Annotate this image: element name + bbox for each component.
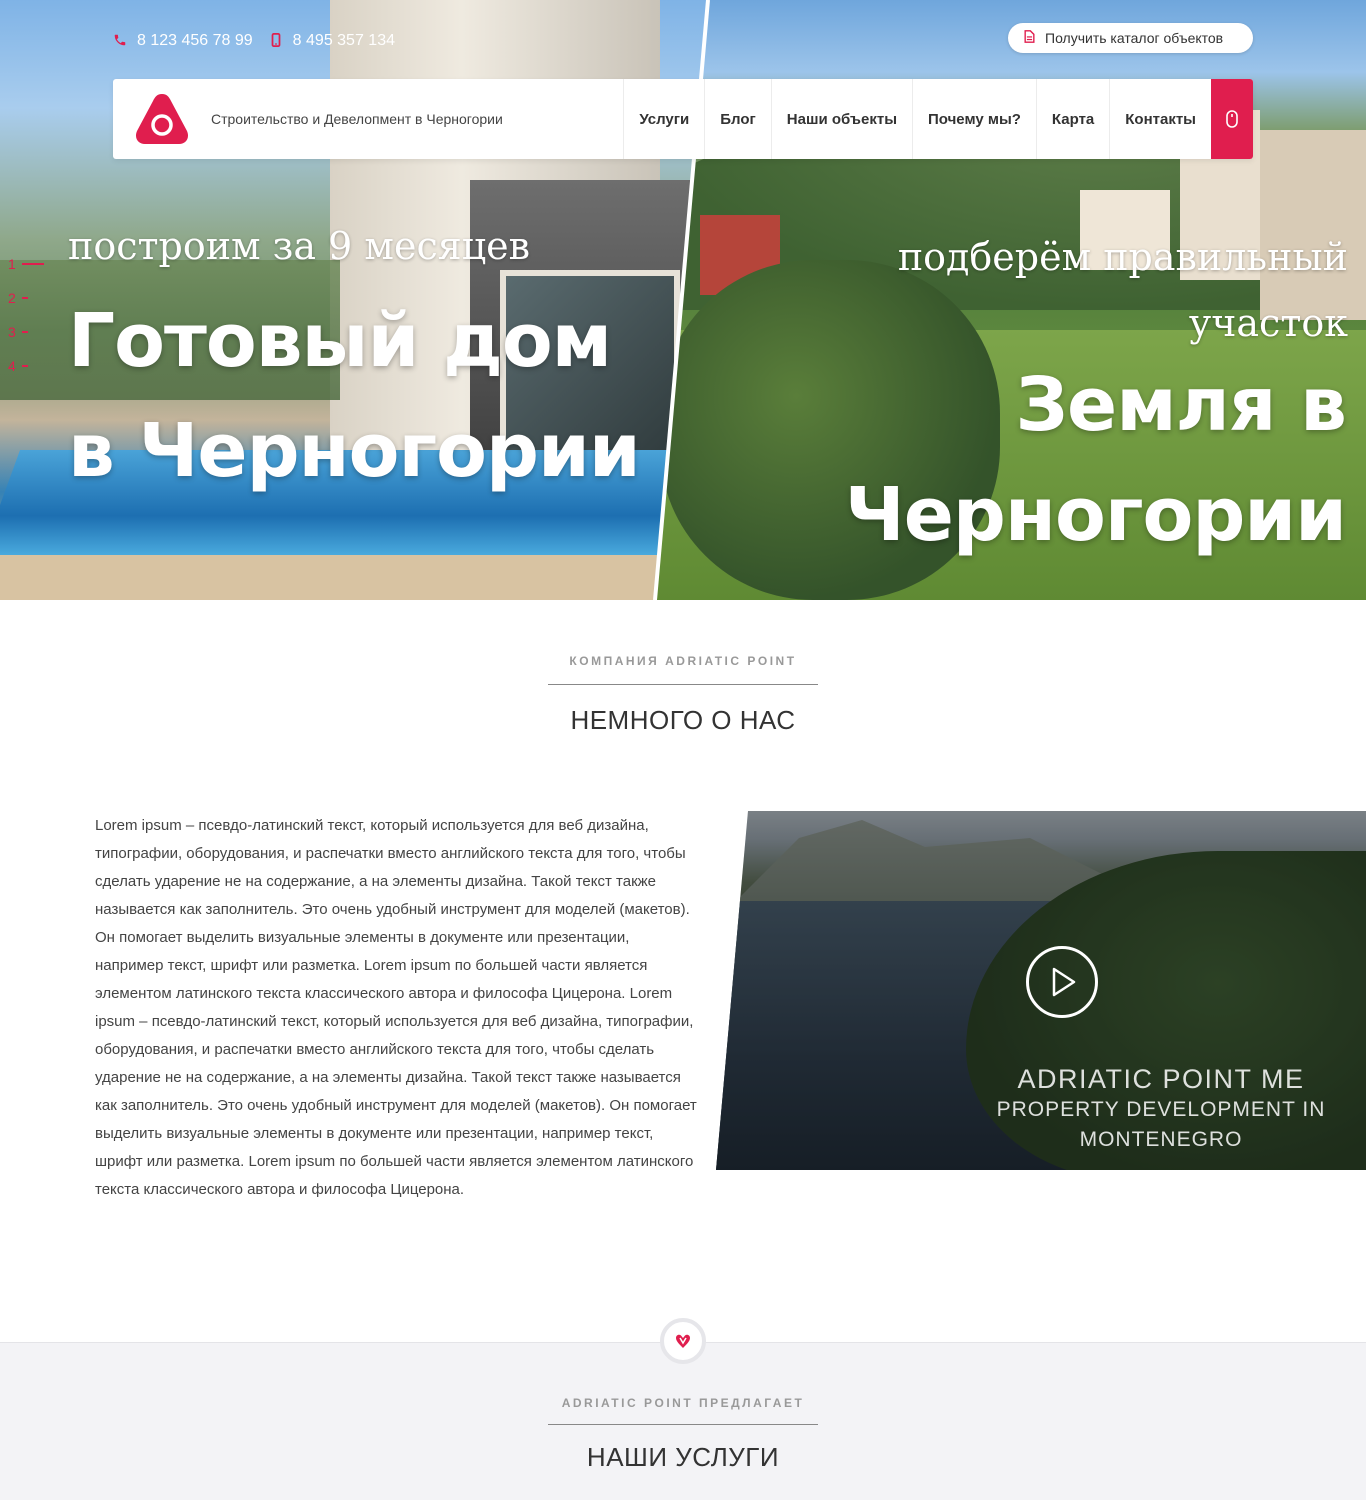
services-divider [548, 1424, 818, 1425]
adriatic-point-logo-icon [135, 94, 189, 144]
slide-pagination: 1 2 3 4 [8, 254, 44, 376]
slide-dot-1[interactable]: 1 [8, 254, 44, 274]
phone-number-1: 8 123 456 78 99 [137, 32, 253, 49]
play-button[interactable] [1026, 946, 1098, 1018]
get-catalog-button[interactable]: Получить каталог объектов [1008, 23, 1253, 53]
phone-link-2[interactable]: 8 495 357 134 [269, 32, 395, 50]
nav-item-map[interactable]: Карта [1035, 79, 1109, 159]
main-header: Строительство и Девелопмент в Черногории… [113, 79, 1253, 159]
phone-link-1[interactable]: 8 123 456 78 99 [113, 32, 253, 50]
section-badge [660, 1318, 706, 1364]
about-title: НЕМНОГО О НАС [570, 705, 796, 735]
nav-item-our-objects[interactable]: Наши объекты [770, 79, 912, 159]
video-caption-line1: ADRIATIC POINT ME [1017, 1064, 1305, 1094]
about-video[interactable]: ADRIATIC POINT ME PROPERTY DEVELOPMENT I… [716, 811, 1366, 1170]
hero-left-title: Готовый дом в Черногории [68, 298, 641, 494]
phone-icon [113, 33, 127, 50]
play-icon [1052, 967, 1076, 997]
topbar-contacts: 8 123 456 78 99 8 495 357 134 [113, 28, 395, 54]
scroll-down-button[interactable] [1211, 79, 1253, 159]
nav-item-services[interactable]: Услуги [623, 79, 704, 159]
nav-item-contacts[interactable]: Контакты [1109, 79, 1211, 159]
services-title: НАШИ УСЛУГИ [586, 1442, 780, 1472]
slide-dot-3[interactable]: 3 [8, 322, 44, 342]
heart-logo-icon [676, 1334, 690, 1348]
get-catalog-label: Получить каталог объектов [1045, 30, 1224, 46]
site-logo[interactable] [113, 79, 211, 159]
hero-right-subtitle: подберём правильный участок [897, 235, 1348, 345]
site-tagline: Строительство и Девелопмент в Черногории [211, 110, 503, 127]
mouse-icon [1226, 110, 1238, 128]
slide-dot-4[interactable]: 4 [8, 356, 44, 376]
slide-dot-2[interactable]: 2 [8, 288, 44, 308]
services-section [0, 1342, 1366, 1500]
video-caption: ADRIATIC POINT ME PROPERTY DEVELOPMENT I… [986, 1063, 1336, 1155]
hero-right-title: Земля в Черногории [844, 362, 1347, 558]
about-kicker: КОМПАНИЯ ADRIATIC POINT [569, 654, 797, 668]
about-text: Lorem ipsum – псевдо-латинский текст, ко… [95, 817, 697, 1198]
services-kicker: ADRIATIC POINT ПРЕДЛАГАЕТ [561, 1396, 805, 1410]
phone-number-2: 8 495 357 134 [292, 32, 395, 49]
document-icon [1024, 30, 1035, 46]
video-caption-line2: PROPERTY DEVELOPMENT IN MONTENEGRO [996, 1098, 1326, 1151]
mobile-icon [269, 32, 283, 50]
hero-left-subtitle: построим за 9 месяцев [68, 224, 531, 268]
main-nav: Услуги Блог Наши объекты Почему мы? Карт… [623, 79, 1253, 159]
nav-item-blog[interactable]: Блог [704, 79, 771, 159]
about-divider [548, 684, 818, 685]
nav-item-why-us[interactable]: Почему мы? [912, 79, 1036, 159]
